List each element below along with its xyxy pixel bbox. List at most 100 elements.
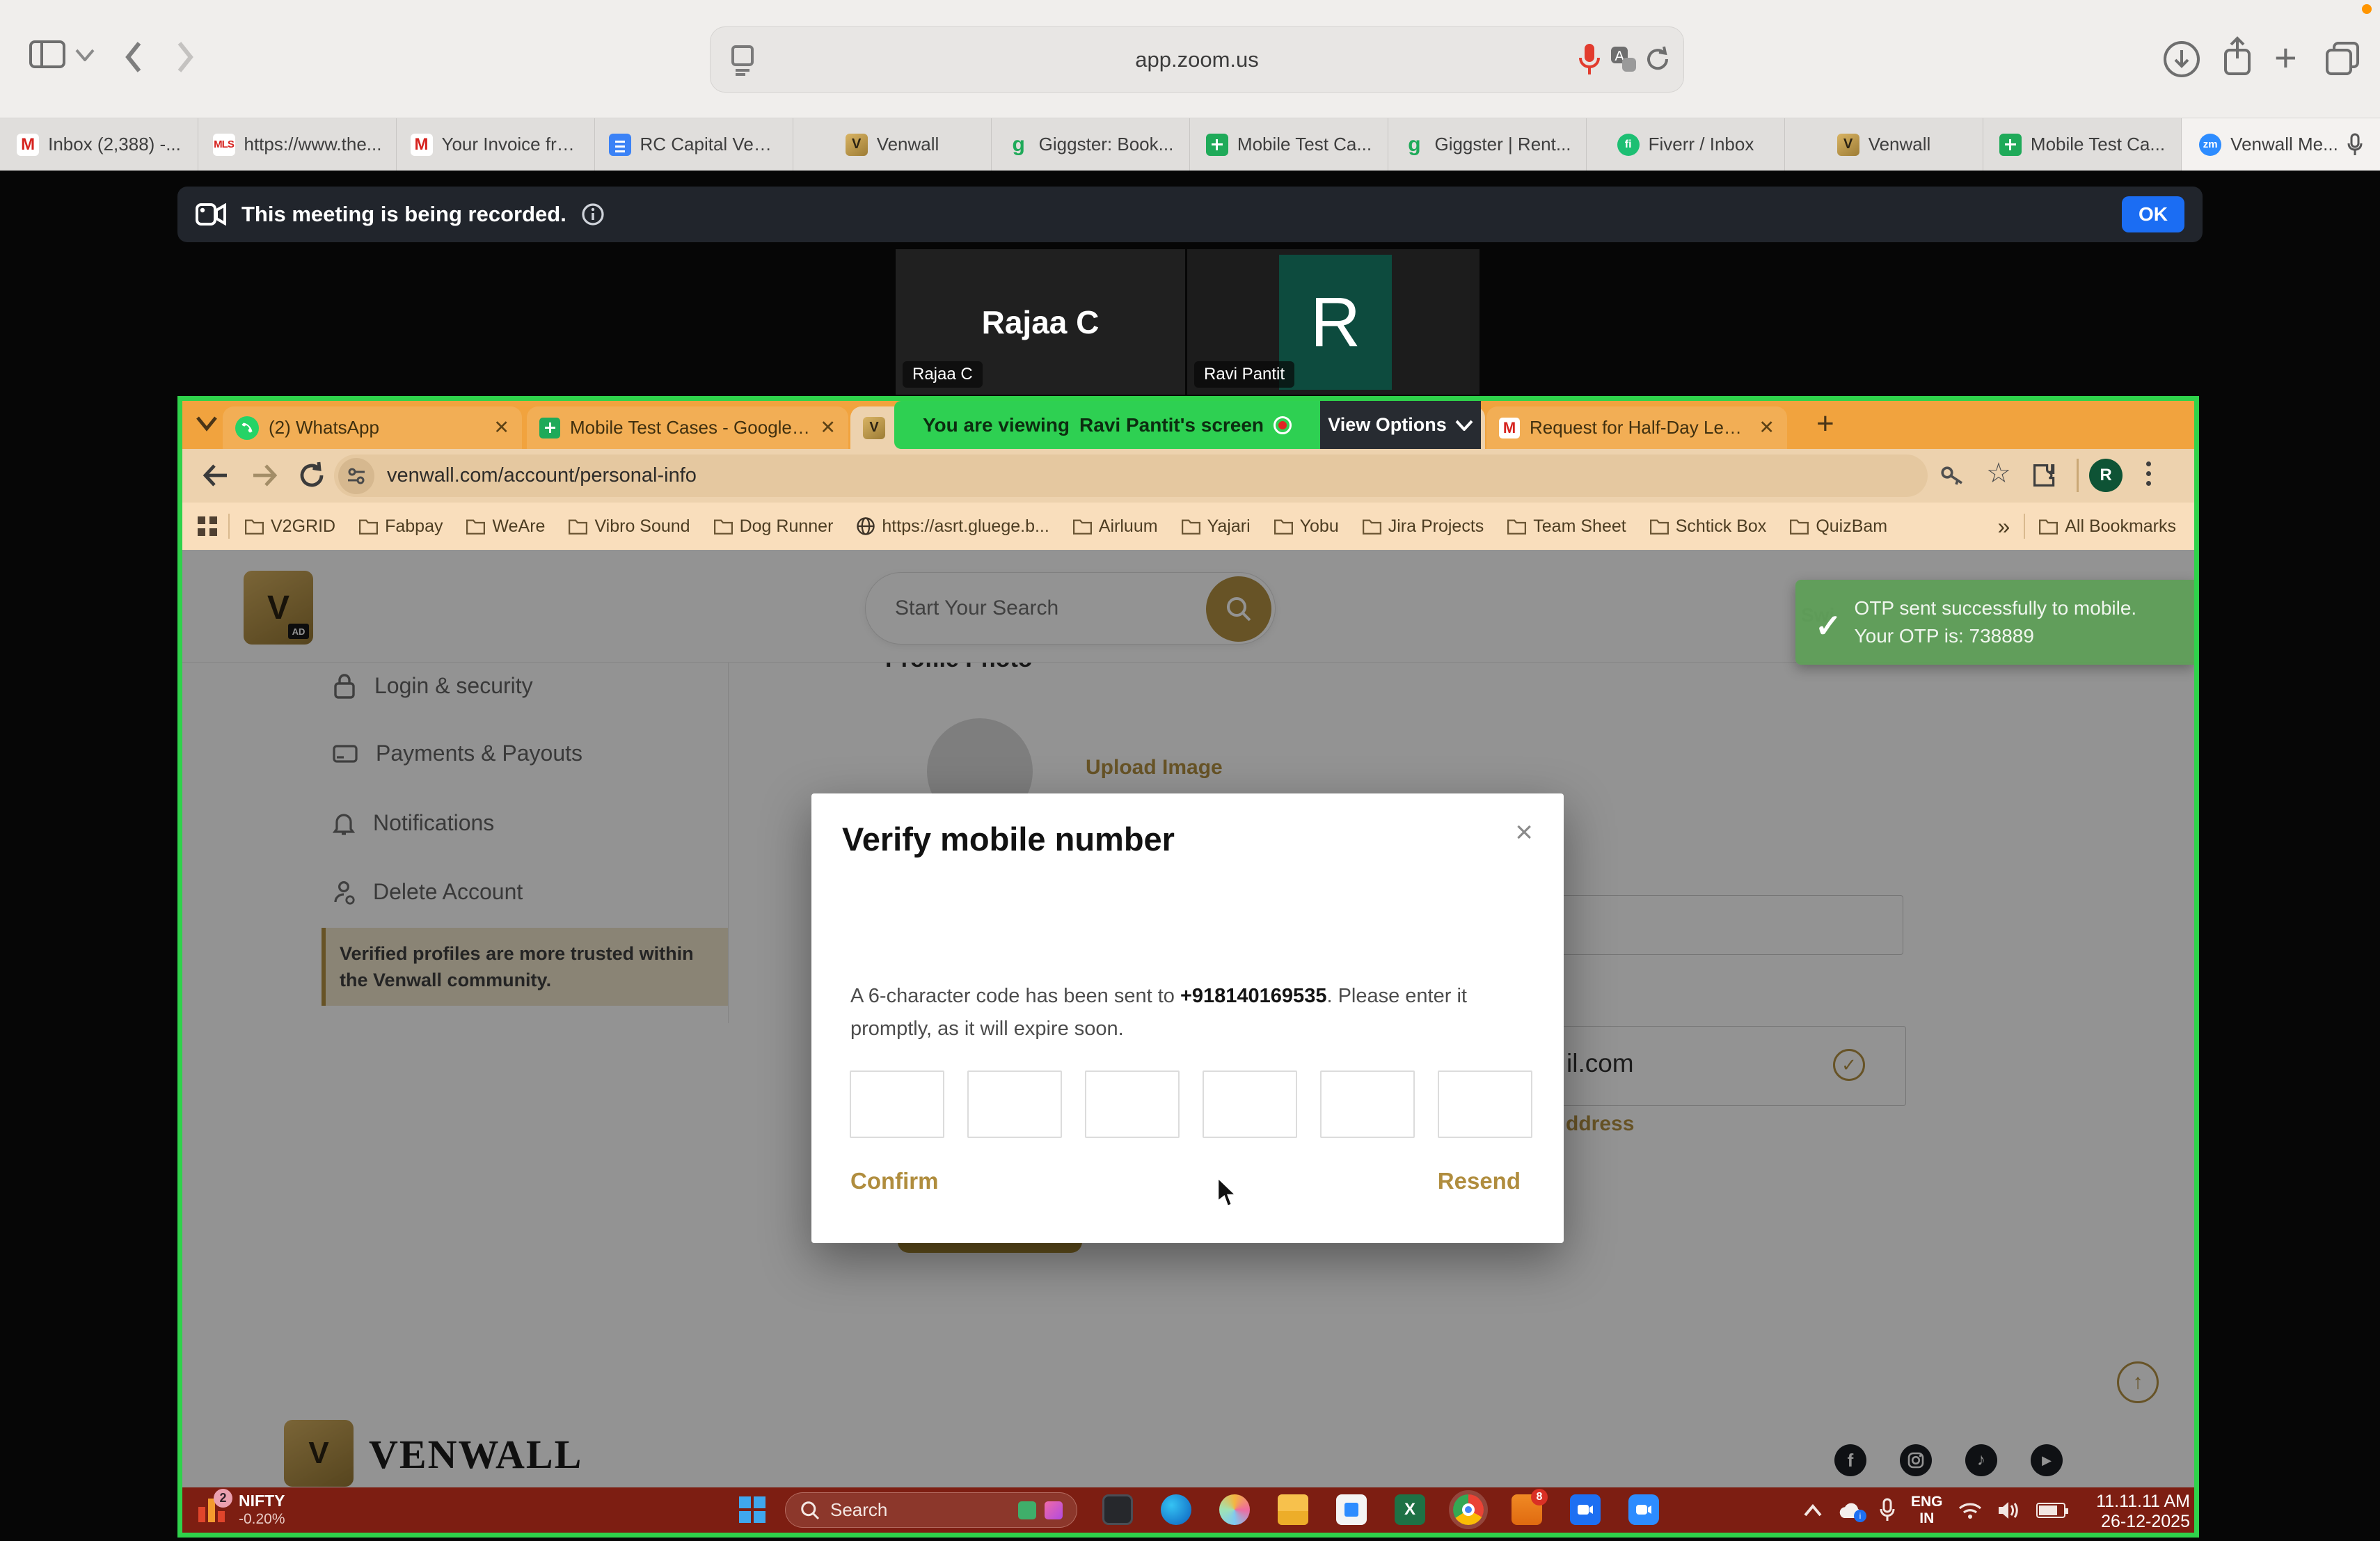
outer-tab-giggster-rent[interactable]: gGiggster | Rent...: [1388, 118, 1587, 171]
omnibox[interactable]: venwall.com/account/personal-info: [334, 455, 1928, 497]
bookmark-gluege-link[interactable]: https://asrt.gluege.b...: [857, 516, 1049, 537]
bookmark-v2grid[interactable]: V2GRID: [245, 516, 335, 537]
info-icon[interactable]: [582, 203, 604, 226]
address-bar[interactable]: app.zoom.us A: [710, 26, 1684, 93]
bookmark-jira-projects[interactable]: Jira Projects: [1363, 516, 1484, 537]
otp-input-3[interactable]: [1085, 1070, 1180, 1138]
otp-input-1[interactable]: [850, 1070, 944, 1138]
extensions-icon[interactable]: [2032, 463, 2058, 489]
chrome-icon-active[interactable]: [1453, 1494, 1484, 1525]
otp-input-5[interactable]: [1320, 1070, 1415, 1138]
bookmark-weare[interactable]: WeAre: [466, 516, 545, 537]
bookmark-team-sheet[interactable]: Team Sheet: [1507, 516, 1626, 537]
zoom-app-icon[interactable]: [1628, 1494, 1659, 1525]
file-explorer-icon[interactable]: [1278, 1494, 1308, 1525]
apps-grid-icon[interactable]: [198, 516, 217, 536]
tab-search-chevron-icon[interactable]: [195, 415, 219, 432]
bookmark-yajari[interactable]: Yajari: [1182, 516, 1251, 537]
taskbar-clock[interactable]: 11.11.11 AM 26-12-2025: [2096, 1492, 2190, 1532]
language-indicator[interactable]: ENGIN: [1911, 1494, 1943, 1527]
modal-close-icon[interactable]: ×: [1515, 817, 1533, 848]
sidebar-toggle-icon[interactable]: [29, 39, 65, 70]
bookmark-yobu[interactable]: Yobu: [1274, 516, 1339, 537]
downloads-icon[interactable]: [2163, 40, 2200, 78]
verify-mobile-modal: Verify mobile number × A 6-character cod…: [811, 793, 1564, 1243]
bookmark-vibro-sound[interactable]: Vibro Sound: [569, 516, 690, 537]
camera-app-icon[interactable]: [1570, 1494, 1601, 1525]
forward-button[interactable]: [171, 39, 199, 75]
task-view-icon[interactable]: [1102, 1494, 1133, 1525]
back-button[interactable]: [200, 460, 231, 491]
share-icon[interactable]: [2220, 36, 2255, 78]
confirm-button[interactable]: Confirm: [850, 1168, 939, 1194]
outer-tab-strip: MInbox (2,388) -... MLShttps://www.the..…: [0, 118, 2380, 171]
close-tab-icon[interactable]: ✕: [493, 417, 509, 438]
close-tab-icon[interactable]: ✕: [1759, 417, 1775, 438]
excel-icon[interactable]: X: [1395, 1494, 1425, 1525]
tab-overview-icon[interactable]: [2324, 40, 2361, 77]
battery-icon[interactable]: [2036, 1503, 2065, 1518]
chrome-tab-sheets[interactable]: Mobile Test Cases - Google She ✕: [527, 406, 848, 449]
forward-button[interactable]: [249, 460, 280, 491]
password-key-icon[interactable]: [1939, 463, 1965, 489]
mouse-cursor: [1216, 1176, 1240, 1208]
participant-tile-ravi[interactable]: R Ravi Pantit: [1187, 249, 1479, 395]
outer-tab-invoice[interactable]: MYour Invoice fro...: [397, 118, 595, 171]
giggster-favicon: g: [1008, 134, 1030, 156]
copilot-icon[interactable]: [1219, 1494, 1250, 1525]
taskbar-search[interactable]: Search: [785, 1492, 1077, 1528]
modal-title: Verify mobile number: [842, 820, 1175, 858]
outer-tab-venwall-1[interactable]: VVenwall: [793, 118, 992, 171]
reload-button[interactable]: [296, 460, 327, 491]
stock-widget[interactable]: 2 NIFTY-0.20%: [197, 1492, 285, 1528]
tray-chevron-up-icon[interactable]: [1804, 1504, 1822, 1517]
bookmark-dog-runner[interactable]: Dog Runner: [714, 516, 834, 537]
outer-tab-rc-capital[interactable]: RC Capital Vent...: [595, 118, 793, 171]
reader-icon[interactable]: [729, 45, 756, 76]
participant-tile-rajaa[interactable]: Rajaa C Rajaa C: [896, 249, 1185, 395]
otp-input-6[interactable]: [1438, 1070, 1532, 1138]
outer-tab-inbox[interactable]: MInbox (2,388) -...: [0, 118, 198, 171]
bookmark-star-icon[interactable]: ☆: [1986, 457, 2011, 489]
outer-tab-giggster-book[interactable]: gGiggster: Book...: [992, 118, 1190, 171]
ok-button[interactable]: OK: [2122, 196, 2184, 232]
browser-menu-icon[interactable]: [2146, 461, 2151, 486]
shared-screen-frame: (2) WhatsApp ✕ Mobile Test Cases - Googl…: [177, 396, 2199, 1538]
new-tab-icon[interactable]: +: [2274, 35, 2297, 80]
edge-icon[interactable]: [1161, 1494, 1191, 1525]
windows-start-button[interactable]: [739, 1496, 765, 1523]
microphone-icon[interactable]: [1578, 42, 1601, 77]
outer-tab-zoom-active[interactable]: zmVenwall Me...: [2182, 118, 2380, 171]
new-tab-button[interactable]: +: [1816, 406, 1834, 441]
bookmark-airluum[interactable]: Airluum: [1073, 516, 1158, 537]
outer-tab-sheets-1[interactable]: Mobile Test Ca...: [1190, 118, 1388, 171]
store-icon[interactable]: [1336, 1494, 1367, 1525]
reload-icon[interactable]: [1644, 44, 1672, 74]
outer-tab-sheets-2[interactable]: Mobile Test Ca...: [1983, 118, 2182, 171]
site-settings-icon[interactable]: [338, 458, 374, 494]
vlc-icon[interactable]: 8: [1512, 1494, 1542, 1525]
bookmark-quizbam[interactable]: QuizBam: [1790, 516, 1887, 537]
wifi-icon[interactable]: [1958, 1501, 1982, 1519]
bookmark-fabpay[interactable]: Fabpay: [359, 516, 443, 537]
view-options-dropdown[interactable]: View Options: [1320, 401, 1481, 449]
back-button[interactable]: [120, 39, 148, 75]
otp-input-2[interactable]: [967, 1070, 1062, 1138]
bookmarks-overflow-chevron[interactable]: »: [1997, 514, 2010, 539]
close-tab-icon[interactable]: ✕: [820, 417, 836, 438]
speaker-icon[interactable]: [1997, 1500, 2021, 1521]
onedrive-icon[interactable]: i: [1837, 1501, 1864, 1519]
otp-input-4[interactable]: [1203, 1070, 1297, 1138]
outer-tab-mls[interactable]: MLShttps://www.the...: [198, 118, 397, 171]
chevron-down-icon[interactable]: [75, 49, 95, 61]
all-bookmarks-folder[interactable]: All Bookmarks: [2039, 516, 2176, 537]
profile-avatar[interactable]: R: [2089, 459, 2123, 492]
chrome-tab-whatsapp[interactable]: (2) WhatsApp ✕: [223, 406, 522, 449]
resend-button[interactable]: Resend: [1438, 1168, 1521, 1194]
translate-icon[interactable]: A: [1610, 45, 1637, 73]
tray-mic-icon[interactable]: [1879, 1498, 1896, 1523]
outer-tab-fiverr[interactable]: fiFiverr / Inbox: [1587, 118, 1785, 171]
bookmark-schtick-box[interactable]: Schtick Box: [1650, 516, 1767, 537]
chrome-tab-gmail[interactable]: M Request for Half-Day Leave - ra ✕: [1486, 406, 1787, 449]
outer-tab-venwall-2[interactable]: VVenwall: [1785, 118, 1983, 171]
